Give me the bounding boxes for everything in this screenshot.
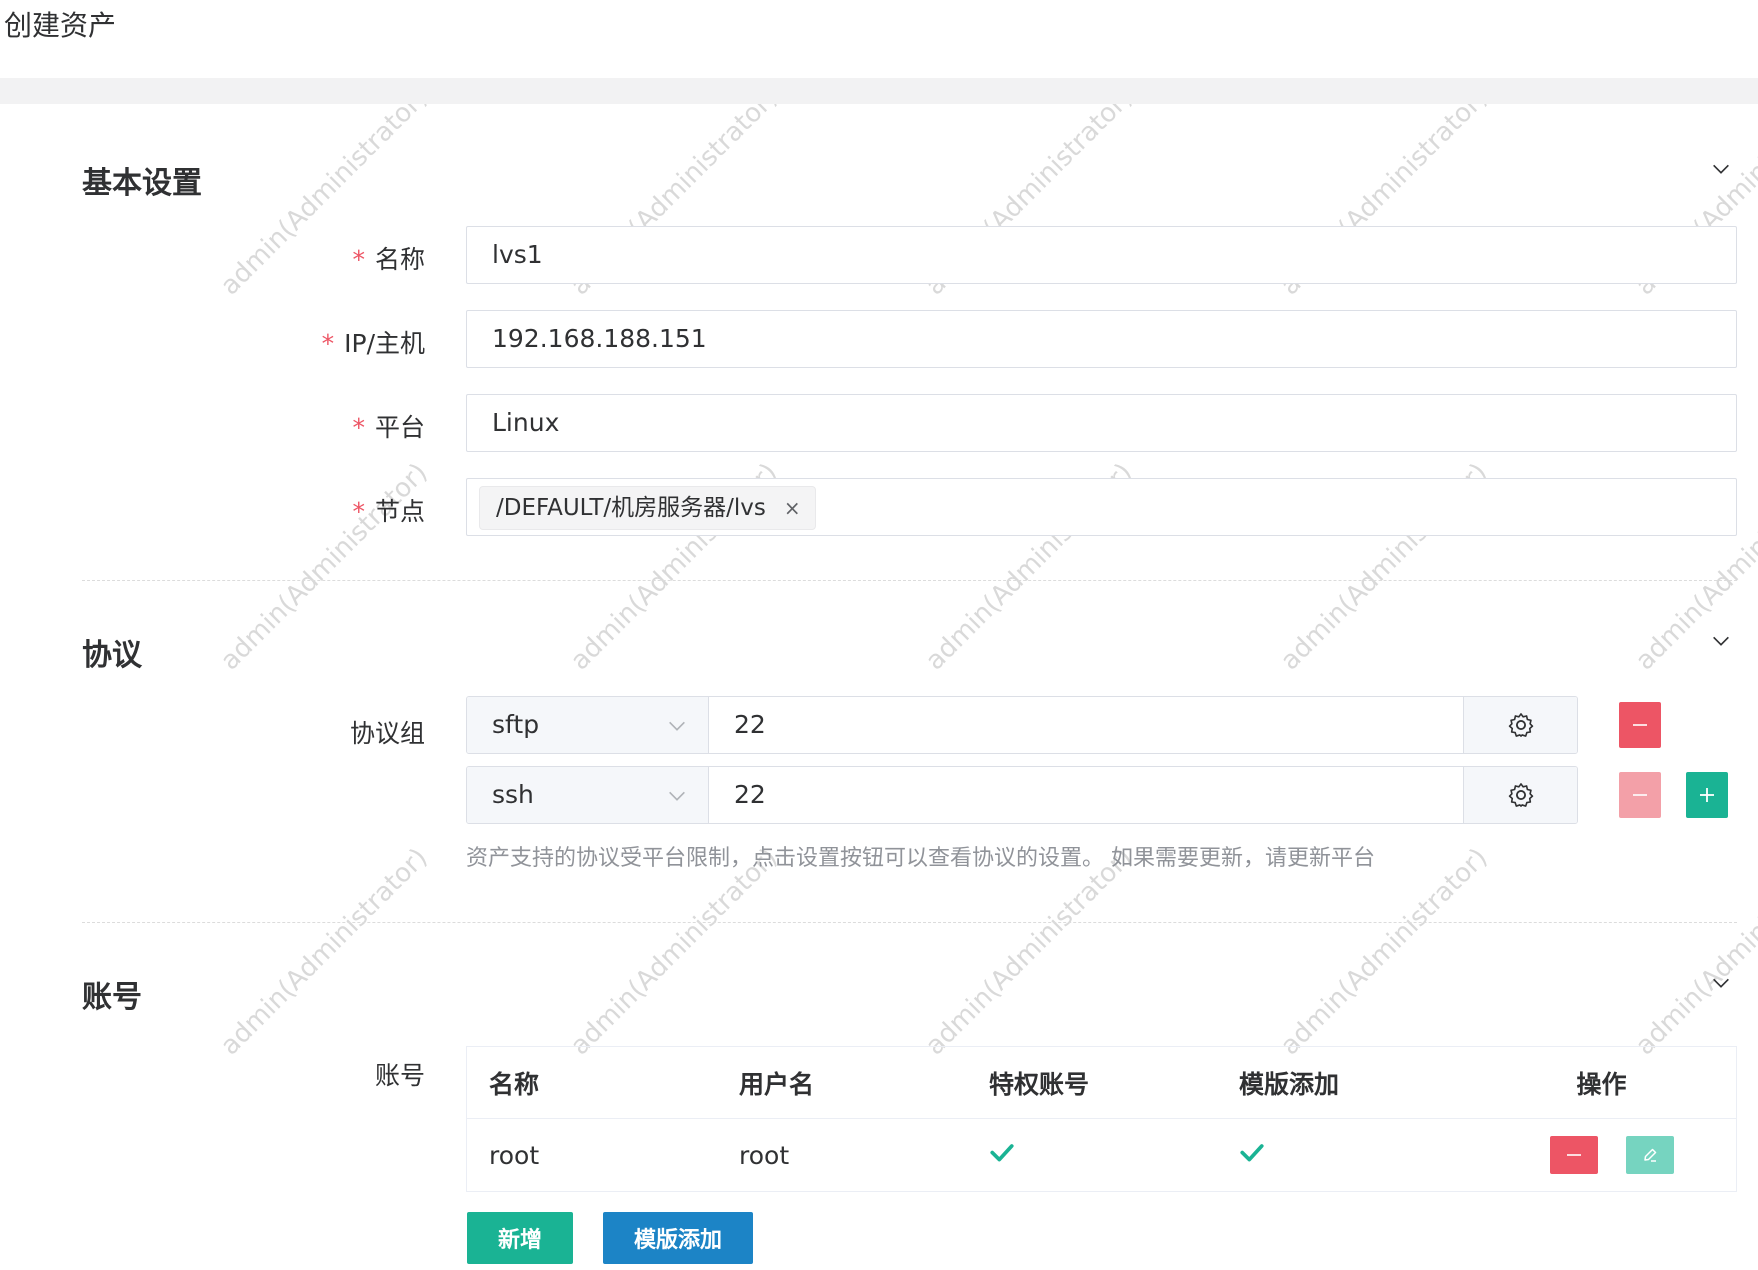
table-row: root root (467, 1119, 1736, 1191)
section-divider (82, 580, 1737, 581)
watermark-text: admin(Administrator) (1630, 842, 1758, 1062)
ip-label-text: IP/主机 (344, 329, 425, 358)
table-header: 名称 用户名 特权账号 模版添加 操作 (467, 1047, 1736, 1119)
check-icon (990, 1144, 1014, 1162)
port-input[interactable]: 22 (709, 767, 1463, 823)
node-tag: /DEFAULT/机房服务器/lvs × (479, 486, 816, 530)
node-label: * 节点 (80, 492, 425, 528)
protocol-row: ssh 22 (466, 766, 1578, 824)
actions-cell (1467, 1136, 1736, 1174)
chevron-down-icon[interactable] (1710, 158, 1732, 180)
minus-icon (1633, 724, 1647, 726)
chevron-down-icon[interactable] (1710, 972, 1732, 994)
edit-account-button[interactable] (1626, 1136, 1674, 1174)
protocol-help-text: 资产支持的协议受平台限制，点击设置按钮可以查看协议的设置。 如果需要更新，请更新… (466, 846, 1375, 871)
close-icon[interactable]: × (784, 487, 801, 529)
watermark-text: admin(Administrator) (920, 842, 1139, 1062)
required-mark: * (352, 413, 365, 442)
required-mark: * (352, 245, 365, 274)
node-label-text: 节点 (374, 497, 425, 526)
column-header-privileged: 特权账号 (989, 1069, 1090, 1099)
protocol-group-label: 协议组 (349, 719, 425, 748)
add-protocol-button[interactable] (1686, 772, 1728, 818)
check-icon (1240, 1144, 1264, 1162)
account-name-cell: root (489, 1140, 540, 1170)
name-label: * 名称 (80, 240, 425, 276)
column-header-actions: 操作 (1576, 1069, 1627, 1099)
platform-input[interactable]: Linux (466, 394, 1737, 452)
name-label-text: 名称 (374, 245, 425, 274)
account-table: 名称 用户名 特权账号 模版添加 操作 root root (466, 1046, 1737, 1192)
protocol-row: sftp 22 (466, 696, 1578, 754)
minus-icon (1633, 794, 1647, 796)
template-cell (1217, 1139, 1467, 1171)
ip-label: * IP/主机 (80, 324, 425, 360)
section-title-basic: 基本设置 (82, 166, 202, 201)
gear-icon (1508, 713, 1533, 737)
platform-label: * 平台 (80, 408, 425, 444)
protocol-select[interactable]: ssh (467, 767, 709, 823)
remove-protocol-button[interactable] (1619, 702, 1661, 748)
minus-icon (1567, 1154, 1581, 1156)
platform-label-text: 平台 (374, 413, 425, 442)
account-label: 账号 (374, 1061, 425, 1090)
name-input[interactable]: lvs1 (466, 226, 1737, 284)
page-title: 创建资产 (4, 9, 117, 42)
add-account-button[interactable]: 新增 (467, 1212, 573, 1264)
watermark-text: admin(Administrator) (1275, 842, 1494, 1062)
section-title-account: 账号 (82, 980, 142, 1015)
chevron-down-icon (669, 721, 685, 731)
plus-icon (1700, 788, 1714, 802)
node-select[interactable]: /DEFAULT/机房服务器/lvs × (466, 478, 1737, 536)
protocol-select[interactable]: sftp (467, 697, 709, 753)
node-tag-text: /DEFAULT/机房服务器/lvs (496, 495, 766, 521)
column-header-name: 名称 (489, 1069, 540, 1099)
ip-input[interactable]: 192.168.188.151 (466, 310, 1737, 368)
edit-icon (1644, 1148, 1657, 1162)
watermark-text: admin(Administrator) (215, 842, 434, 1062)
protocol-select-value: ssh (492, 780, 534, 809)
template-add-button[interactable]: 模版添加 (603, 1212, 753, 1264)
watermark-text: admin(Administrator) (215, 457, 434, 677)
chevron-down-icon (669, 791, 685, 801)
gear-icon (1508, 783, 1533, 807)
protocol-settings-button[interactable] (1463, 697, 1577, 753)
required-mark: * (321, 329, 335, 358)
chevron-down-icon[interactable] (1710, 630, 1732, 652)
protocol-select-value: sftp (492, 710, 540, 739)
port-input[interactable]: 22 (709, 697, 1463, 753)
account-username-cell: root (739, 1140, 790, 1170)
section-divider (82, 922, 1737, 923)
delete-account-button[interactable] (1550, 1136, 1598, 1174)
protocol-settings-button[interactable] (1463, 767, 1577, 823)
watermark-text: admin(Administrator) (565, 842, 784, 1062)
remove-protocol-button[interactable] (1619, 772, 1661, 818)
column-header-username: 用户名 (739, 1069, 815, 1099)
section-title-protocol: 协议 (82, 638, 142, 673)
header-divider-band (0, 78, 1758, 104)
privileged-cell (967, 1139, 1217, 1171)
column-header-template: 模版添加 (1239, 1069, 1340, 1099)
required-mark: * (352, 497, 365, 526)
